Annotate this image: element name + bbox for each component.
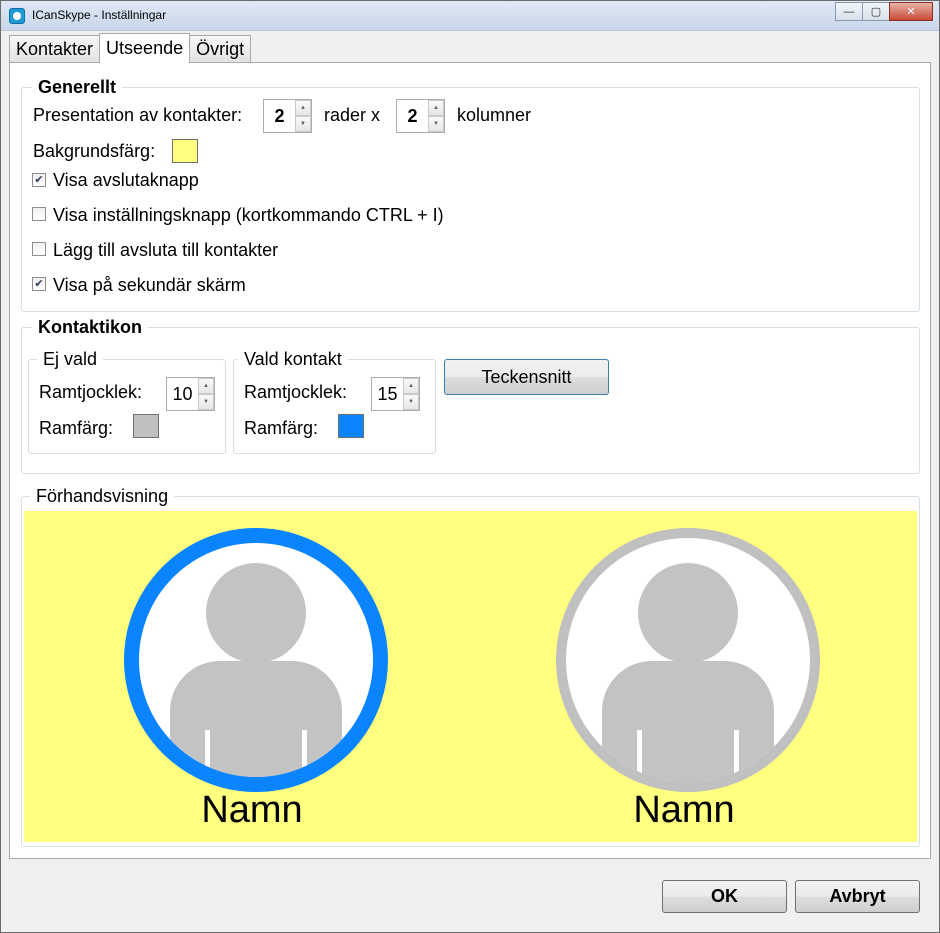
- spin-down-icon[interactable]: ▼: [295, 116, 311, 132]
- contact-avatar-selected: [124, 528, 388, 792]
- spin-up-icon[interactable]: ▲: [198, 378, 214, 394]
- checkbox-visa-avslutaknapp[interactable]: ✔: [32, 173, 46, 187]
- ok-button[interactable]: OK: [662, 880, 787, 913]
- close-button[interactable]: ✕: [889, 2, 933, 21]
- selected-color-swatch[interactable]: [338, 414, 364, 438]
- tab-utseende[interactable]: Utseende: [99, 33, 191, 63]
- checkbox-label[interactable]: Lägg till avsluta till kontakter: [53, 240, 278, 261]
- checkbox-visa-installningsknapp[interactable]: [32, 207, 46, 221]
- selected-title: Vald kontakt: [238, 349, 348, 370]
- selected-thickness-spinner[interactable]: 15 ▲ ▼: [371, 377, 420, 411]
- spin-up-icon[interactable]: ▲: [403, 378, 419, 394]
- spin-down-icon[interactable]: ▼: [428, 116, 444, 132]
- person-body-icon: [602, 661, 774, 782]
- selected-color-label: Ramfärg:: [244, 418, 319, 438]
- contact-name: Namn: [633, 789, 735, 831]
- preview-area: Namn Namn: [24, 511, 917, 842]
- person-head-icon: [638, 563, 738, 663]
- spin-up-icon[interactable]: ▲: [428, 100, 444, 116]
- spin-up-icon[interactable]: ▲: [295, 100, 311, 116]
- maximize-button[interactable]: ▢: [862, 2, 890, 21]
- person-head-icon: [206, 563, 306, 663]
- tab-kontakter[interactable]: Kontakter: [9, 35, 101, 63]
- not-selected-color-swatch[interactable]: [133, 414, 159, 438]
- columns-suffix: kolumner: [457, 105, 532, 125]
- preview-group-title: Förhandsvisning: [30, 486, 175, 507]
- spin-down-icon[interactable]: ▼: [403, 394, 419, 410]
- background-color-swatch[interactable]: [172, 139, 198, 163]
- tab-strip: Kontakter Utseende Övrigt: [9, 33, 252, 63]
- not-selected-thickness-spinner[interactable]: 10 ▲ ▼: [166, 377, 215, 411]
- cancel-button[interactable]: Avbryt: [795, 880, 920, 913]
- tab-ovrigt[interactable]: Övrigt: [189, 35, 252, 63]
- checkbox-visa-sekundar-skarm[interactable]: ✔: [32, 277, 46, 291]
- checkbox-label[interactable]: Visa på sekundär skärm: [53, 275, 246, 296]
- body-line: [734, 730, 739, 780]
- contact-avatar-unselected: [556, 528, 820, 792]
- selected-thickness-value[interactable]: 15: [372, 378, 403, 410]
- rows-spinner[interactable]: 2 ▲ ▼: [263, 99, 312, 133]
- body-line: [637, 730, 642, 780]
- rows-value[interactable]: 2: [264, 100, 295, 132]
- app-icon: [9, 8, 25, 24]
- not-selected-color-label: Ramfärg:: [39, 418, 114, 438]
- background-color-label: Bakgrundsfärg:: [33, 141, 156, 161]
- columns-value[interactable]: 2: [397, 100, 428, 132]
- selected-thickness-label: Ramtjocklek:: [244, 382, 348, 402]
- contact-name: Namn: [201, 789, 303, 831]
- columns-spinner[interactable]: 2 ▲ ▼: [396, 99, 445, 133]
- spin-down-icon[interactable]: ▼: [198, 394, 214, 410]
- body-line: [205, 730, 210, 777]
- minimize-button[interactable]: —: [835, 2, 863, 21]
- checkbox-lagg-till-avsluta[interactable]: [32, 242, 46, 256]
- window-title: ICanSkype - Inställningar: [32, 8, 167, 22]
- font-button[interactable]: Teckensnitt: [444, 359, 609, 395]
- not-selected-thickness-value[interactable]: 10: [167, 378, 198, 410]
- not-selected-thickness-label: Ramtjocklek:: [39, 382, 143, 402]
- contact-icon-group-title: Kontaktikon: [32, 317, 149, 338]
- checkbox-label[interactable]: Visa avslutaknapp: [53, 170, 199, 191]
- body-line: [302, 730, 307, 777]
- not-selected-title: Ej vald: [37, 349, 104, 370]
- title-bar[interactable]: ICanSkype - Inställningar — ▢ ✕: [1, 1, 939, 31]
- settings-window: ICanSkype - Inställningar — ▢ ✕ Kontakte…: [0, 0, 940, 933]
- person-body-icon: [170, 661, 342, 777]
- rows-suffix: rader x: [324, 105, 381, 125]
- general-group-title: Generellt: [32, 77, 123, 98]
- presentation-label: Presentation av kontakter:: [33, 105, 243, 125]
- checkbox-label[interactable]: Visa inställningsknapp (kortkommando CTR…: [53, 205, 444, 226]
